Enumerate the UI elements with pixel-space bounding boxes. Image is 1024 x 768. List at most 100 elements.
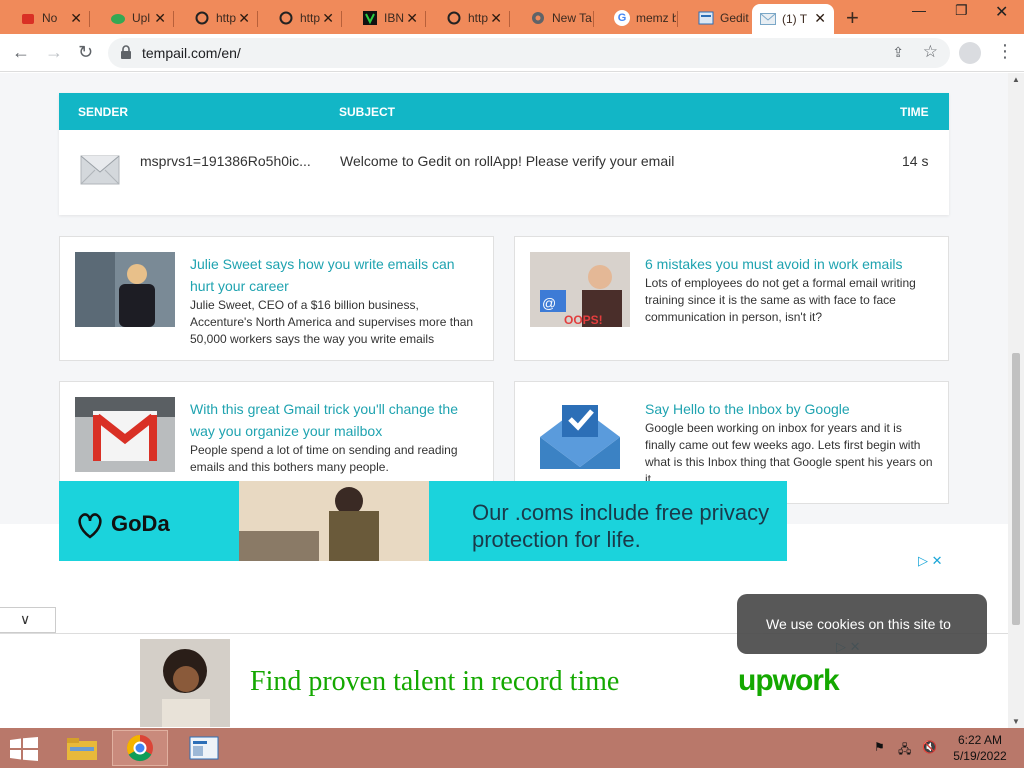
godaddy-logo-icon [78,513,102,539]
ad-brand: GoDa [111,511,170,536]
cookie-notice: We use cookies on this site to [737,594,987,654]
scroll-down-icon[interactable]: ▼ [1012,717,1020,726]
mail-sender[interactable]: msprvs1=191386Ro5h0ic... [140,153,311,169]
v-icon [362,10,378,26]
tab-strip: No ✕ Upl ✕ http ✕ http ✕ IBN ✕ http ✕ Ne… [0,0,1024,34]
scroll-up-icon[interactable]: ▲ [1012,75,1020,84]
mail-subject[interactable]: Welcome to Gedit on rollApp! Please veri… [340,153,674,169]
file-explorer-icon[interactable] [54,730,110,766]
tab-title: Upl [132,11,151,25]
godaddy-ad-banner[interactable]: GoDa Our .coms include free privacy prot… [59,481,787,561]
system-clock[interactable]: 6:22 AM 5/19/2022 [940,732,1020,764]
tab-6[interactable]: http ✕ [426,4,510,32]
tab-9[interactable]: Gedit O [678,4,752,32]
flag-icon[interactable]: ⚑ [874,740,885,754]
tab-title: http [468,11,489,25]
close-tab-icon[interactable]: ✕ [154,10,166,27]
close-tab-icon[interactable]: ✕ [322,10,334,27]
tab-title: http [300,11,321,25]
tab-2[interactable]: Upl ✕ [90,4,174,32]
tab-title: No [42,11,58,25]
url-text[interactable]: tempail.com/en/ [142,45,241,61]
bookmark-star-icon[interactable]: ☆ [923,42,938,62]
ad-copy: Find proven talent in record time [250,666,620,697]
profile-avatar-icon[interactable] [959,42,981,64]
article-thumbnail [530,397,630,472]
scrollbar-thumb[interactable] [1012,353,1020,625]
tab-5[interactable]: IBN ✕ [342,4,426,32]
tab-title: http [216,11,237,25]
o-icon [194,10,210,26]
tab-8[interactable]: G memz b [594,4,678,32]
close-window-icon[interactable]: ✕ [995,2,1008,22]
close-tab-icon[interactable]: ✕ [406,10,418,27]
upwork-logo: upwork [738,664,840,697]
article-title[interactable]: Julie Sweet says how you write emails ca… [190,253,480,297]
tab-title: New Tal [552,11,592,25]
close-tab-icon[interactable]: ✕ [238,10,250,27]
clock-date: 5/19/2022 [953,749,1007,763]
tab-title: memz b [636,11,676,25]
o-icon [278,10,294,26]
google-icon: G [614,10,630,26]
article-description: People spend a lot of time on sending an… [190,443,458,474]
gedit-icon [698,10,714,26]
cookie-text: We use cookies on this site to [766,616,951,632]
mail-time: 14 s [902,153,929,169]
chevron-down-icon: ∨ [20,611,31,627]
cloud-upload-icon [110,10,126,26]
inbox-table: SENDER SUBJECT TIME msprvs1=191386Ro5h0i… [59,93,949,215]
svg-text:@: @ [542,295,556,311]
article-title[interactable]: 6 mistakes you must avoid in work emails [645,253,935,275]
article-thumbnail [75,252,175,327]
envelope-icon [80,155,120,185]
article-title[interactable]: Say Hello to the Inbox by Google [645,398,935,420]
tab-1[interactable]: No ✕ [0,4,90,32]
tab-title: Gedit O [720,11,752,25]
reload-icon[interactable]: ↻ [78,42,93,63]
ad-photo [140,639,230,727]
mail-icon [760,11,776,27]
inbox-header: SENDER SUBJECT TIME [59,93,949,130]
article-card[interactable]: Julie Sweet says how you write emails ca… [59,236,494,361]
inbox-row[interactable]: msprvs1=191386Ro5h0ic... Welcome to Gedi… [59,130,949,215]
article-title[interactable]: With this great Gmail trick you'll chang… [190,398,480,442]
tab-3[interactable]: http ✕ [174,4,258,32]
tab-4[interactable]: http ✕ [258,4,342,32]
close-tab-icon[interactable]: ✕ [70,10,82,27]
close-tab-icon[interactable]: ✕ [490,10,502,27]
more-menu-icon[interactable]: ⋮ [996,41,1014,62]
lock-icon [121,45,131,59]
tab-10-active[interactable]: (1) T ✕ [752,4,834,34]
article-description: Lots of employees do not get a formal em… [645,276,916,324]
article-thumbnail [75,397,175,472]
subject-column-header: SUBJECT [339,105,396,119]
forward-arrow-icon[interactable]: → [45,42,63,63]
svg-text:OOPS!: OOPS! [564,313,603,327]
page-scrollbar[interactable]: ▲ ▼ [1008,73,1024,728]
ad-copy: Our .coms include free privacy protectio… [472,500,770,552]
volume-muted-icon[interactable]: 🔇 [922,740,937,754]
address-bar[interactable]: tempail.com/en/ ⇪ ☆ [108,38,950,68]
tab-title: (1) T [782,12,808,26]
article-card[interactable]: @ OOPS! 6 mistakes you must avoid in work… [514,236,949,361]
article-thumbnail: @ OOPS! [530,252,630,327]
article-description: Google been working on inbox for years a… [645,421,933,486]
windows-start-icon[interactable] [10,737,38,761]
chrome-taskbar-icon[interactable] [112,730,168,766]
back-arrow-icon[interactable]: ← [12,42,30,63]
app-window-icon[interactable] [176,730,232,766]
minimize-icon[interactable]: — [912,2,926,18]
time-column-header: TIME [900,105,929,119]
share-icon[interactable]: ⇪ [892,44,904,61]
close-tab-icon[interactable]: ✕ [814,10,826,27]
new-tab-button[interactable]: + [846,5,859,31]
restore-icon[interactable]: ❐ [955,2,968,19]
sender-column-header: SENDER [78,105,129,119]
red-app-icon [20,10,36,26]
network-icon[interactable]: 🖧 [898,740,911,761]
tab-7[interactable]: New Tal [510,4,594,32]
tab-title: IBN [384,11,405,25]
adchoices-icon[interactable]: ▷ ✕ [918,553,943,569]
collapse-ad-button[interactable]: ∨ [0,607,56,633]
